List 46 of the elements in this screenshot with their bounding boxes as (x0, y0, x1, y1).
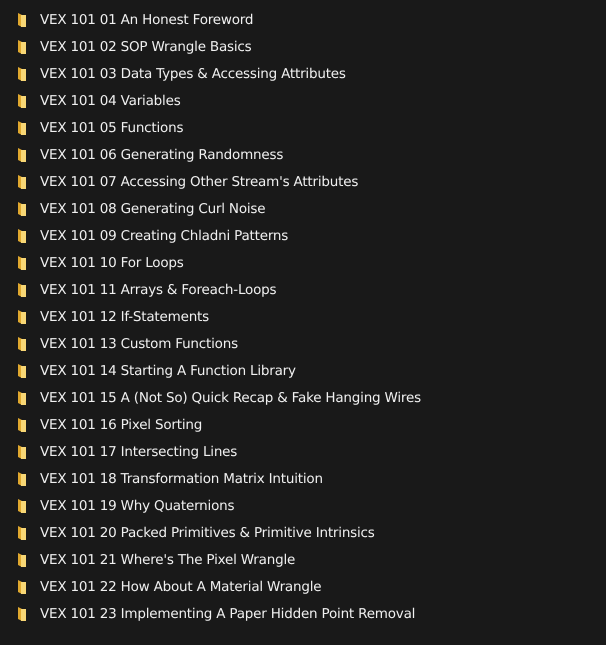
folder-icon (17, 498, 27, 514)
folder-icon (17, 146, 27, 162)
folder-icon (17, 416, 27, 432)
folder-name[interactable]: VEX 101 06 Generating Randomness (40, 146, 284, 162)
folder-icon (17, 362, 27, 378)
folder-icon (17, 38, 27, 54)
folder-name[interactable]: VEX 101 20 Packed Primitives & Primitive Intrinsics (40, 524, 375, 540)
folder-name[interactable]: VEX 101 02 SOP Wrangle Basics (40, 38, 252, 54)
folder-name[interactable]: VEX 101 17 Intersecting Lines (40, 444, 238, 460)
folder-name[interactable]: VEX 101 14 Starting A Function Library (40, 362, 296, 378)
folder-name[interactable]: VEX 101 01 An Honest Foreword (40, 12, 254, 28)
folder-icon (17, 92, 27, 108)
folder-icon (17, 174, 27, 190)
folder-name[interactable]: VEX 101 16 Pixel Sorting (40, 416, 202, 432)
folder-name[interactable]: VEX 101 05 Functions (40, 120, 184, 136)
folder-name[interactable]: VEX 101 22 How About A Material Wrangle (40, 578, 322, 594)
folder-icon (17, 578, 27, 594)
folder-icon (17, 390, 27, 406)
folder-icon (17, 282, 27, 298)
folder-name[interactable]: VEX 101 10 For Loops (40, 254, 184, 270)
folder-name[interactable]: VEX 101 11 Arrays & Foreach-Loops (40, 282, 276, 298)
folder-name[interactable]: VEX 101 09 Creating Chladni Patterns (40, 228, 288, 244)
folder-name[interactable]: VEX 101 19 Why Quaternions (40, 498, 234, 514)
folder-name[interactable]: VEX 101 23 Implementing A Paper Hidden Point Removal (40, 606, 416, 622)
folder-name[interactable]: VEX 101 21 Where's The Pixel Wrangle (40, 552, 296, 568)
folder-icon (17, 66, 27, 82)
folder-icon (17, 200, 27, 216)
folder-name[interactable]: VEX 101 15 A (Not So) Quick Recap & Fake Hanging Wires (40, 390, 421, 406)
folder-name[interactable]: VEX 101 07 Accessing Other Stream's Attributes (40, 174, 358, 190)
folder-icon (17, 120, 27, 136)
folder-icon (17, 336, 27, 352)
folder-icon (17, 308, 27, 324)
folder-icon (17, 444, 27, 460)
folder-name[interactable]: VEX 101 08 Generating Curl Noise (40, 200, 266, 216)
folder-name[interactable]: VEX 101 04 Variables (40, 92, 181, 108)
folder-name[interactable]: VEX 101 12 If-Statements (40, 308, 209, 324)
folder-icon (17, 12, 27, 28)
folder-icon (17, 254, 27, 270)
folder-icon (17, 552, 27, 568)
folder-icon (17, 606, 27, 622)
folder-name[interactable]: VEX 101 03 Data Types & Accessing Attributes (40, 66, 346, 82)
folder-name[interactable]: VEX 101 13 Custom Functions (40, 336, 238, 352)
folder-icon (17, 524, 27, 540)
folder-icon (17, 228, 27, 244)
folder-icon (17, 470, 27, 486)
folder-name[interactable]: VEX 101 18 Transformation Matrix Intuition (40, 470, 323, 486)
